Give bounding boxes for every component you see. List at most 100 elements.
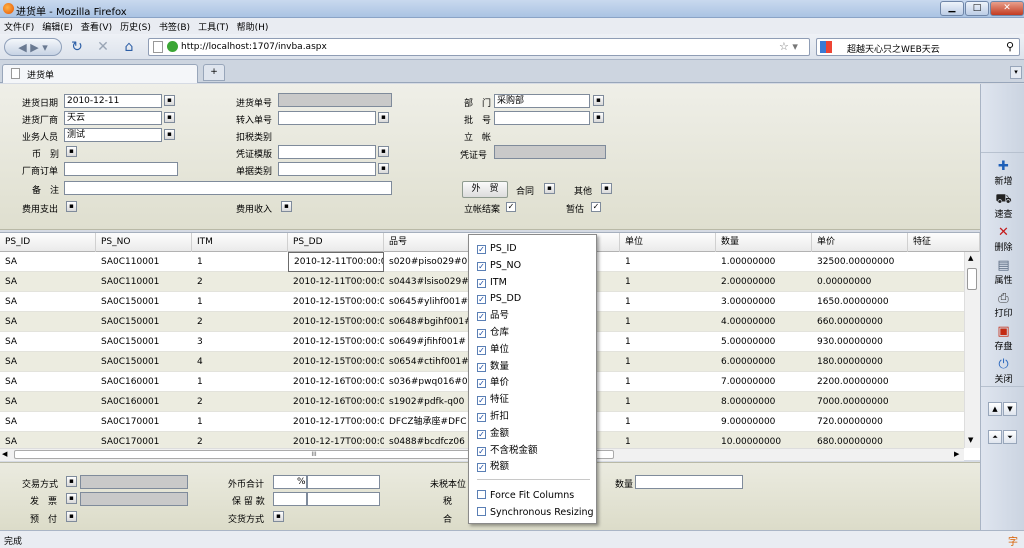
- retain-field[interactable]: [273, 492, 307, 506]
- cell-itm[interactable]: 3: [192, 332, 288, 352]
- force-fit-columns-option[interactable]: Force Fit Columns: [477, 488, 592, 504]
- cell-price[interactable]: 720.00000000: [812, 412, 908, 432]
- column-toggle-checkbox[interactable]: ✓: [477, 312, 486, 322]
- cell-ps-id[interactable]: SA: [0, 312, 96, 332]
- close-button[interactable]: ⏻ 关闭: [987, 356, 1020, 388]
- column-toggle-checkbox[interactable]: ✓: [477, 446, 486, 456]
- grid-vertical-scroll-thumb[interactable]: [967, 268, 977, 290]
- cell-ps-id[interactable]: SA: [0, 332, 96, 352]
- cell-qty[interactable]: 6.00000000: [716, 352, 812, 372]
- column-toggle-item[interactable]: ✓ PS_DD: [477, 291, 592, 307]
- column-toggle-item[interactable]: ✓ PS_NO: [477, 258, 592, 274]
- column-toggle-checkbox[interactable]: ✓: [477, 245, 486, 254]
- search-icon[interactable]: ⚲: [1006, 40, 1014, 53]
- menu-history[interactable]: 历史(S): [116, 18, 155, 33]
- cell-price[interactable]: 0.00000000: [812, 272, 908, 292]
- cell-qty[interactable]: 8.00000000: [716, 392, 812, 412]
- properties-button[interactable]: ▤ 属性: [987, 257, 1020, 289]
- order-field[interactable]: [64, 162, 178, 176]
- cell-itm[interactable]: 1: [192, 372, 288, 392]
- cell-itm[interactable]: 1: [192, 412, 288, 432]
- sync-resizing-option[interactable]: Synchronous Resizing: [477, 505, 594, 521]
- percent-field[interactable]: %: [273, 475, 307, 489]
- column-toggle-checkbox[interactable]: ✓: [477, 463, 486, 473]
- col-header-ps-dd[interactable]: PS_DD: [288, 233, 384, 252]
- column-toggle-item[interactable]: ✓ 金额: [477, 426, 592, 442]
- column-toggle-item[interactable]: ✓ 特征: [477, 392, 592, 408]
- tab-list-button[interactable]: ▾: [1010, 66, 1022, 79]
- window-titlebar[interactable]: 进货单 - Mozilla Firefox ▁ □ ✕: [0, 0, 1024, 18]
- grid-vertical-scrollbar[interactable]: ▲ ▼: [964, 252, 980, 448]
- cell-ps-dd[interactable]: 2010-12-16T00:00:0: [288, 372, 384, 392]
- cell-price[interactable]: 1650.00000000: [812, 292, 908, 312]
- cell-unit[interactable]: 1: [620, 292, 716, 312]
- contract-dropdown[interactable]: ▪: [544, 183, 555, 194]
- search-box[interactable]: 超越天心只之WEB天云 ⚲: [816, 38, 1020, 56]
- bookmark-star-icon[interactable]: ☆ ▾: [779, 40, 798, 53]
- cell-feature[interactable]: [908, 252, 964, 272]
- column-toggle-checkbox[interactable]: ✓: [477, 278, 486, 288]
- currency-dropdown[interactable]: ▪: [66, 146, 77, 157]
- batch-field[interactable]: [494, 111, 590, 125]
- col-header-qty[interactable]: 数量: [716, 233, 812, 252]
- cell-ps-no[interactable]: SA0C160001: [96, 392, 192, 412]
- cell-ps-no[interactable]: SA0C170001: [96, 412, 192, 432]
- cell-ps-dd[interactable]: 2010-12-15T00:00:0: [288, 332, 384, 352]
- menu-tools[interactable]: 工具(T): [194, 18, 233, 33]
- menu-file[interactable]: 文件(F): [0, 18, 38, 33]
- cell-feature[interactable]: [908, 312, 964, 332]
- cell-ps-id[interactable]: SA: [0, 252, 96, 272]
- cell-ps-id[interactable]: SA: [0, 352, 96, 372]
- cell-unit[interactable]: 1: [620, 392, 716, 412]
- home-icon[interactable]: ⌂: [120, 38, 138, 56]
- cell-feature[interactable]: [908, 372, 964, 392]
- cell-ps-no[interactable]: SA0C150001: [96, 312, 192, 332]
- cell-qty[interactable]: 3.00000000: [716, 292, 812, 312]
- cell-ps-dd[interactable]: 2010-12-15T00:00:0: [288, 312, 384, 332]
- cell-feature[interactable]: [908, 292, 964, 312]
- note-field[interactable]: [64, 181, 392, 195]
- cell-feature[interactable]: [908, 412, 964, 432]
- col-header-itm[interactable]: ITM: [192, 233, 288, 252]
- vendor-dropdown[interactable]: ▪: [164, 112, 175, 123]
- url-bar[interactable]: http://localhost:1707/invba.aspx ☆ ▾: [148, 38, 810, 56]
- cell-ps-id[interactable]: SA: [0, 272, 96, 292]
- cell-qty[interactable]: 9.00000000: [716, 412, 812, 432]
- column-toggle-checkbox[interactable]: ✓: [477, 379, 486, 389]
- cell-qty[interactable]: 7.00000000: [716, 372, 812, 392]
- col-header-feature[interactable]: 特征: [908, 233, 980, 252]
- column-toggle-checkbox[interactable]: ✓: [477, 329, 486, 338]
- cell-itm[interactable]: 4: [192, 352, 288, 372]
- cell-ps-no[interactable]: SA0C110001: [96, 252, 192, 272]
- col-header-price[interactable]: 单价: [812, 233, 908, 252]
- cell-feature[interactable]: [908, 352, 964, 372]
- cell-unit[interactable]: 1: [620, 412, 716, 432]
- minimize-button[interactable]: ▁: [940, 1, 964, 16]
- cell-ps-no[interactable]: SA0C150001: [96, 292, 192, 312]
- batch-dropdown[interactable]: ▪: [593, 112, 604, 123]
- cell-ps-no[interactable]: SA0C110001: [96, 272, 192, 292]
- move-down-button[interactable]: ▼: [1003, 402, 1017, 416]
- ime-indicator[interactable]: 字: [1008, 533, 1018, 548]
- staff-dropdown[interactable]: ▪: [164, 129, 175, 140]
- staff-field[interactable]: 测试: [64, 128, 162, 142]
- column-toggle-item[interactable]: ✓ 税额: [477, 459, 592, 475]
- cell-ps-id[interactable]: SA: [0, 372, 96, 392]
- cell-ps-no[interactable]: SA0C160001: [96, 372, 192, 392]
- column-toggle-item[interactable]: ✓ PS_ID: [477, 241, 592, 257]
- voucher-template-dropdown[interactable]: ▪: [378, 146, 389, 157]
- cell-ps-no[interactable]: SA0C150001: [96, 332, 192, 352]
- date-picker-button[interactable]: ▪: [164, 95, 175, 106]
- column-toggle-checkbox[interactable]: ✓: [477, 345, 486, 355]
- save-button[interactable]: ▣ 存盘: [987, 323, 1020, 355]
- column-toggle-item[interactable]: ✓ 折扣: [477, 409, 592, 425]
- back-forward-button[interactable]: ◀ ▶ ▾: [4, 38, 62, 56]
- tab-invba[interactable]: 进货单: [2, 64, 198, 83]
- invoice-dropdown[interactable]: ▪: [66, 493, 77, 504]
- cell-qty[interactable]: 4.00000000: [716, 312, 812, 332]
- expense-dropdown[interactable]: ▪: [66, 201, 77, 212]
- column-toggle-item[interactable]: ✓ 单价: [477, 375, 592, 391]
- cell-itm[interactable]: 2: [192, 392, 288, 412]
- doc-type-field[interactable]: [278, 162, 376, 176]
- cell-unit[interactable]: 1: [620, 272, 716, 292]
